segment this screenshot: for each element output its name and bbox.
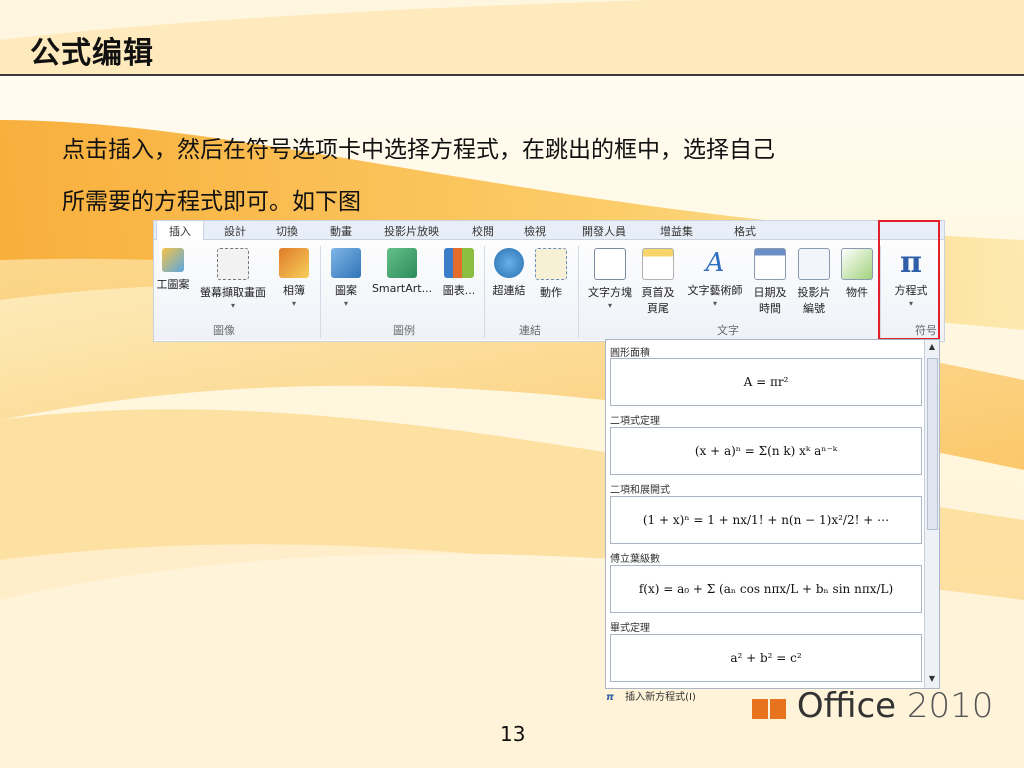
gallery-item-header: 傅立葉級數 bbox=[610, 554, 660, 565]
action-icon bbox=[535, 248, 567, 280]
tab-view[interactable]: 檢視 bbox=[524, 223, 546, 239]
office-2010-logo: Office 2010 bbox=[752, 686, 993, 728]
gallery-item-header: 二項式定理 bbox=[610, 416, 660, 427]
screenshot-button[interactable]: 螢幕擷取畫面 ▾ bbox=[196, 248, 270, 310]
object-label: 物件 bbox=[846, 286, 868, 299]
slide-number-label-2: 編號 bbox=[803, 302, 825, 315]
group-label-text: 文字 bbox=[717, 324, 739, 337]
photo-album-icon bbox=[279, 248, 309, 278]
object-icon bbox=[841, 248, 873, 280]
date-time-label-1: 日期及 bbox=[753, 286, 787, 299]
header-footer-label-1: 頁首及 bbox=[641, 286, 675, 299]
office-logo-year: 2010 bbox=[906, 686, 994, 726]
shapes-button[interactable]: 圖案 ▾ bbox=[326, 248, 366, 308]
photo-album-button[interactable]: 相簿 ▾ bbox=[276, 248, 312, 308]
wordart-button[interactable]: A 文字藝術師 ▾ bbox=[682, 248, 748, 308]
hyperlink-button[interactable]: 超連結 bbox=[488, 248, 530, 298]
screenshot-label: 螢幕擷取畫面 bbox=[200, 286, 266, 299]
chevron-down-icon: ▾ bbox=[230, 301, 235, 310]
ribbon-groups: 工圖案 螢幕擷取畫面 ▾ 相簿 ▾ 圖像 圖案 ▾ SmartArt... 圖表… bbox=[154, 240, 944, 340]
ribbon-tab-strip: 插入 設計 切換 動畫 投影片放映 校閱 檢視 開發人員 增益集 格式 bbox=[154, 221, 944, 242]
tab-slideshow[interactable]: 投影片放映 bbox=[384, 223, 439, 239]
equation-binomial-theorem[interactable]: (x + a)ⁿ = Σ(n k) xᵏ aⁿ⁻ᵏ bbox=[610, 427, 922, 475]
chart-icon bbox=[444, 248, 474, 278]
group-label-images: 圖像 bbox=[213, 324, 235, 337]
equation-pythagorean-theorem[interactable]: a² + b² = c² bbox=[610, 634, 922, 682]
wordart-icon: A bbox=[705, 248, 725, 278]
hyperlink-label: 超連結 bbox=[492, 284, 526, 297]
gallery-item-header: 圓形面積 bbox=[610, 348, 650, 359]
office-logo-icon bbox=[752, 688, 786, 728]
slide-number-icon bbox=[798, 248, 830, 280]
gallery-item-header: 畢式定理 bbox=[610, 623, 650, 634]
tab-addins[interactable]: 增益集 bbox=[660, 223, 693, 239]
action-label: 動作 bbox=[540, 286, 562, 299]
action-button[interactable]: 動作 bbox=[534, 248, 568, 300]
group-label-links: 連結 bbox=[519, 324, 541, 337]
page-number: 13 bbox=[500, 722, 526, 746]
chart-label: 圖表... bbox=[442, 284, 476, 297]
textbox-button[interactable]: 文字方塊 ▾ bbox=[584, 248, 636, 310]
wordart-label: 文字藝術師 bbox=[687, 284, 743, 297]
pi-icon: π bbox=[606, 692, 614, 703]
tab-animations[interactable]: 動畫 bbox=[330, 223, 352, 239]
screenshot-icon bbox=[217, 248, 249, 280]
calendar-icon bbox=[754, 248, 786, 280]
tab-format[interactable]: 格式 bbox=[734, 223, 756, 239]
scroll-thumb[interactable] bbox=[927, 358, 938, 530]
equation-highlight-box bbox=[878, 220, 940, 340]
album-label: 相簿 bbox=[283, 284, 305, 297]
chevron-down-icon: ▾ bbox=[607, 301, 612, 310]
insert-new-equation[interactable]: π 插入新方程式(I) bbox=[606, 688, 696, 703]
clipart-icon bbox=[162, 248, 184, 272]
scroll-down-icon[interactable]: ▼ bbox=[925, 674, 939, 686]
globe-icon bbox=[494, 248, 524, 278]
group-separator bbox=[484, 246, 485, 338]
textbox-label: 文字方塊 bbox=[588, 286, 632, 299]
chevron-down-icon: ▾ bbox=[712, 299, 717, 308]
tab-insert[interactable]: 插入 bbox=[156, 221, 204, 242]
tab-transitions[interactable]: 切換 bbox=[276, 223, 298, 239]
clipart-button[interactable]: 工圖案 bbox=[154, 248, 192, 292]
smartart-label: SmartArt... bbox=[371, 282, 433, 295]
equation-gallery: 圓形面積 A = πr² 二項式定理 (x + a)ⁿ = Σ(n k) xᵏ … bbox=[605, 339, 940, 689]
shapes-label: 圖案 bbox=[335, 284, 357, 297]
equation-fourier-series[interactable]: f(x) = a₀ + Σ (aₙ cos nπx/L + bₙ sin nπx… bbox=[610, 565, 922, 613]
date-time-button[interactable]: 日期及 時間 bbox=[750, 248, 790, 316]
header-footer-icon bbox=[642, 248, 674, 280]
body-line-1: 点击插入，然后在符号选项卡中选择方程式，在跳出的框中，选择自己 bbox=[62, 137, 775, 163]
tab-design[interactable]: 設計 bbox=[224, 223, 246, 239]
clipart-label: 工圖案 bbox=[156, 278, 190, 291]
group-separator bbox=[320, 246, 321, 338]
insert-new-equation-label: 插入新方程式(I) bbox=[625, 692, 696, 703]
group-separator bbox=[578, 246, 579, 338]
tab-review[interactable]: 校閱 bbox=[472, 223, 494, 239]
textbox-icon bbox=[594, 248, 626, 280]
slide-number-button[interactable]: 投影片 編號 bbox=[794, 248, 834, 316]
ribbon-insert-tab: 插入 設計 切換 動畫 投影片放映 校閱 檢視 開發人員 增益集 格式 工圖案 … bbox=[153, 220, 945, 342]
header-footer-label-2: 頁尾 bbox=[647, 302, 669, 315]
smartart-icon bbox=[387, 248, 417, 278]
slide-body-text: 点击插入，然后在符号选项卡中选择方程式，在跳出的框中，选择自己 所需要的方程式即… bbox=[62, 124, 962, 228]
object-button[interactable]: 物件 bbox=[838, 248, 876, 300]
group-label-illustrations: 圖例 bbox=[393, 324, 415, 337]
equation-expansion-of-sum[interactable]: (1 + x)ⁿ = 1 + nx/1! + n(n − 1)x²/2! + ⋯ bbox=[610, 496, 922, 544]
chart-button[interactable]: 圖表... bbox=[436, 248, 482, 298]
header-footer-button[interactable]: 頁首及 頁尾 bbox=[638, 248, 678, 316]
office-logo-text: Office bbox=[796, 686, 897, 726]
smartart-button[interactable]: SmartArt... bbox=[370, 248, 434, 295]
chevron-down-icon: ▾ bbox=[291, 299, 296, 308]
date-time-label-2: 時間 bbox=[759, 302, 781, 315]
tab-developer[interactable]: 開發人員 bbox=[582, 223, 626, 239]
title-divider bbox=[0, 74, 1024, 76]
chevron-down-icon: ▾ bbox=[343, 299, 348, 308]
slide-number-label-1: 投影片 bbox=[797, 286, 831, 299]
slide-title: 公式编辑 bbox=[30, 36, 154, 71]
gallery-scrollbar[interactable]: ▲ ▼ bbox=[924, 340, 939, 688]
shapes-icon bbox=[331, 248, 361, 278]
gallery-item-header: 二項和展開式 bbox=[610, 485, 670, 496]
equation-area-of-circle[interactable]: A = πr² bbox=[610, 358, 922, 406]
scroll-up-icon[interactable]: ▲ bbox=[925, 342, 939, 354]
